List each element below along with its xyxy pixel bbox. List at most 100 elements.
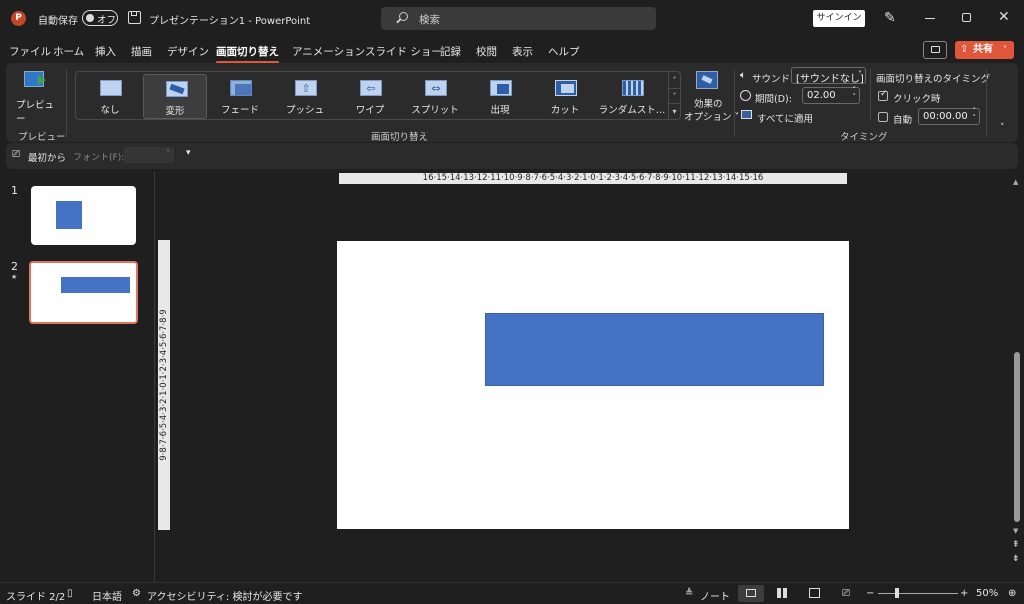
transition-cut[interactable]: カット (533, 74, 597, 119)
tab-help[interactable]: ヘルプ (548, 44, 580, 59)
zoom-in-icon[interactable]: + (960, 588, 968, 599)
gallery-scroll-down-icon[interactable]: ˅ (668, 88, 680, 103)
next-slide-icon[interactable]: ⇟ (1012, 554, 1020, 564)
transition-fade[interactable]: フェード (208, 74, 272, 119)
sound-dropdown[interactable]: [サウンドなし] ˅ (791, 67, 866, 85)
vertical-scrollbar[interactable]: ▲ ▼ ⇞ ⇟ (1010, 172, 1024, 582)
zoom-out-icon[interactable]: − (866, 588, 874, 599)
save-icon[interactable] (128, 11, 141, 24)
auto-time-value: 00:00.00 (923, 111, 968, 122)
accessibility-icon[interactable]: ⚙ (132, 588, 141, 599)
slide-sorter-icon[interactable] (777, 588, 788, 598)
customize-qat-icon[interactable]: ▾ (186, 148, 191, 158)
scroll-up-icon[interactable]: ▲ (1013, 178, 1018, 186)
transition-split-icon: ⇔ (425, 80, 447, 96)
transition-none-icon (100, 80, 122, 96)
transition-push[interactable]: ⇧ プッシュ (273, 74, 337, 119)
ruler-scale: 9·8·7·6·5·4·3·2·1·0·1·2·3·4·5·6·7·8·9 (159, 309, 169, 461)
spinner-icon[interactable]: ˄ ˅ (853, 87, 857, 101)
transition-label: ワイプ (355, 105, 385, 116)
apply-all-button[interactable]: すべてに適用 (757, 111, 813, 125)
reading-view-icon[interactable] (809, 588, 820, 598)
transition-cut-icon (555, 80, 577, 96)
autosave-label: 自動保存 (38, 16, 78, 27)
transition-label: スプリット (411, 105, 459, 116)
transition-none[interactable]: なし (78, 74, 142, 119)
rectangle-shape[interactable] (485, 313, 824, 386)
spelling-icon[interactable]: ▯ (67, 588, 73, 599)
effect-options-button[interactable]: 効果の オプション ˅ (682, 69, 739, 125)
tab-animations[interactable]: アニメーション (292, 44, 365, 59)
signin-button[interactable]: サインイン (813, 10, 865, 27)
tab-view[interactable]: 表示 (512, 44, 533, 59)
on-click-checkbox[interactable]: ✓ (878, 89, 888, 101)
auto-time-spinner[interactable]: 00:00.00 ˄ ˅ (918, 108, 980, 125)
pane-divider[interactable] (154, 172, 155, 582)
slide-thumbnail-1[interactable] (31, 186, 136, 245)
scroll-down-icon[interactable]: ▼ (1013, 527, 1018, 535)
transition-reveal[interactable]: 出現 (468, 74, 532, 119)
gallery-more-icon[interactable]: ▾ (668, 103, 680, 119)
zoom-slider[interactable] (878, 588, 958, 598)
chevron-down-icon: ˅ (858, 70, 862, 79)
scroll-thumb[interactable] (1014, 352, 1020, 522)
accessibility-status[interactable]: アクセシビリティ: 検討が必要です (147, 588, 302, 603)
comments-button[interactable] (923, 41, 947, 59)
notes-button[interactable]: ノート (700, 588, 730, 603)
search-placeholder: 検索 (419, 14, 440, 26)
share-icon: ⇪ (960, 44, 969, 55)
tab-slideshow[interactable]: スライド ショー (365, 44, 442, 59)
transition-fade-icon (230, 80, 252, 96)
quick-access-toolbar: ⎚ 最初から フォント(F): ˅ ▾ (6, 143, 1018, 169)
ribbon-tabs: ファイル ホーム 挿入 描画 デザイン 画面切り替え アニメーション スライド … (0, 38, 1024, 64)
normal-view-button[interactable] (738, 585, 764, 602)
tab-transitions[interactable]: 画面切り替え (216, 44, 279, 64)
zoom-slider-thumb[interactable] (895, 588, 899, 598)
close-icon[interactable]: ✕ (998, 9, 1010, 25)
previous-slide-icon[interactable]: ⇞ (1012, 540, 1020, 550)
transition-group-label: 画面切り替え (371, 132, 429, 143)
spinner-icon[interactable]: ˄ ˅ (973, 108, 977, 122)
slideshow-icon[interactable]: ⎚ (842, 588, 850, 599)
comment-icon (931, 46, 940, 53)
transition-split[interactable]: ⇔ スプリット (403, 74, 467, 119)
tab-home[interactable]: ホーム (53, 44, 84, 59)
transition-gallery: なし 変形 フェード ⇧ プッシュ ⇦ ワイプ ⇔ スプリット 出現 カット ラ… (75, 71, 681, 120)
tab-draw[interactable]: 描画 (131, 44, 152, 59)
language-indicator[interactable]: 日本語 (92, 588, 122, 603)
search-box[interactable]: 検索 (381, 7, 656, 30)
notes-icon[interactable]: ≜ (685, 588, 693, 599)
transition-random-bars[interactable]: ランダムスト… (598, 74, 666, 119)
auto-label: 自動 (893, 115, 913, 126)
font-dropdown[interactable]: ˅ (124, 147, 174, 163)
auto-checkbox[interactable] (878, 112, 888, 122)
from-start-button[interactable]: 最初から (28, 150, 66, 164)
preview-group-label: プレビュー (18, 132, 66, 143)
autosave-toggle[interactable]: オフ (82, 10, 118, 26)
tab-insert[interactable]: 挿入 (95, 44, 116, 59)
restore-icon[interactable] (962, 13, 971, 22)
preview-label: プレビュー (16, 100, 55, 125)
title-bar: P 自動保存 オフ プレゼンテーション1 - PowerPoint 検索 サイン… (0, 0, 1024, 38)
tab-record[interactable]: 記録 (440, 44, 461, 59)
timing-group-label: タイミング (840, 132, 888, 143)
tab-file[interactable]: ファイル (9, 44, 51, 59)
on-click-label: クリック時 (893, 94, 941, 105)
tab-design[interactable]: デザイン (167, 44, 209, 59)
pen-icon[interactable]: ✎ (884, 10, 898, 26)
collapse-ribbon-icon[interactable]: ˅ (1000, 123, 1005, 133)
share-button[interactable]: ⇪ 共有 ˅ (955, 41, 1014, 59)
slide-thumbnail-2[interactable] (29, 261, 138, 324)
sound-value: [サウンドなし] (796, 74, 864, 85)
transition-wipe[interactable]: ⇦ ワイプ (338, 74, 402, 119)
gallery-scroll-up-icon[interactable]: ˄ (668, 73, 680, 88)
duration-spinner[interactable]: 02.00 ˄ ˅ (802, 87, 860, 104)
tab-review[interactable]: 校閲 (476, 44, 497, 59)
minimize-icon[interactable] (925, 18, 935, 19)
slide-number: 1 (11, 184, 18, 197)
zoom-level[interactable]: 50% (976, 588, 998, 599)
preview-button[interactable]: プレビュー (12, 67, 58, 125)
transition-morph[interactable]: 変形 (143, 74, 207, 119)
fit-to-window-icon[interactable]: ⊕ (1008, 588, 1016, 599)
transition-label: フェード (220, 105, 259, 116)
